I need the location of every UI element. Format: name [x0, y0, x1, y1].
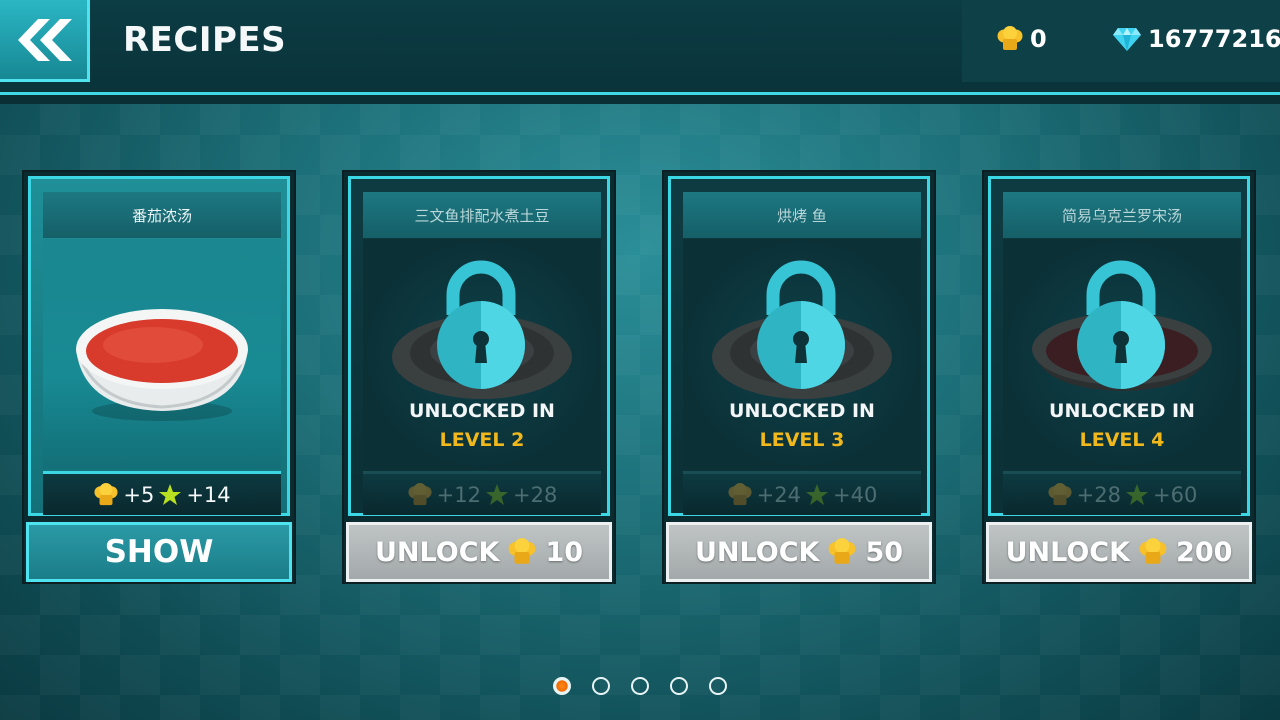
- chef-hat-icon: [829, 538, 856, 564]
- reward-row: +12 +28: [363, 471, 601, 515]
- chef-coin-counter: 0: [996, 25, 1047, 53]
- diamond-icon: [1113, 28, 1141, 51]
- unlock-button-label: UNLOCK: [1005, 536, 1131, 568]
- star-icon: [1126, 483, 1148, 505]
- unlock-label: UNLOCKED IN: [1049, 400, 1195, 422]
- show-button-label: SHOW: [104, 534, 214, 570]
- unlock-level: LEVEL 2: [439, 429, 525, 451]
- reward-coins: +12: [436, 482, 481, 507]
- padlock-icon: [437, 260, 525, 389]
- show-button[interactable]: SHOW: [26, 522, 292, 582]
- unlock-button[interactable]: UNLOCK 50: [666, 522, 932, 582]
- unlock-requirement: UNLOCKED IN LEVEL 4: [991, 397, 1253, 455]
- unlock-requirement: UNLOCKED IN LEVEL 3: [671, 397, 933, 455]
- recipe-name: 三文鱼排配水煮土豆: [363, 192, 601, 238]
- recipe-card[interactable]: 烘烤 鱼 UNLOCKED IN LEVEL 3 +24 +40 UNLOCK …: [662, 170, 936, 584]
- unlock-price: 10: [545, 536, 584, 568]
- reward-stars: +40: [833, 482, 878, 507]
- page-dot-4[interactable]: [670, 677, 688, 695]
- double-chevron-left-icon: [17, 18, 72, 61]
- recipe-card[interactable]: 番茄浓汤 +5 +14 SHOW: [22, 170, 296, 584]
- unlock-button-label: UNLOCK: [374, 536, 500, 568]
- page-title: RECIPES: [123, 20, 287, 60]
- chef-hat-icon: [509, 538, 536, 564]
- page-indicator: [553, 677, 727, 695]
- chef-hat-icon: [728, 482, 752, 505]
- unlock-price: 200: [1176, 536, 1233, 568]
- recipe-name: 烘烤 鱼: [683, 192, 921, 238]
- reward-stars: +28: [513, 482, 558, 507]
- back-button[interactable]: [0, 0, 90, 82]
- star-icon: [486, 483, 508, 505]
- recipe-image: [43, 239, 281, 469]
- recipe-card-frame: 简易乌克兰罗宋汤 UNLOCKED IN LEVEL 4 +28 +60: [988, 176, 1250, 516]
- chef-hat-icon: [997, 26, 1023, 50]
- gem-counter: 16777216: [1112, 25, 1280, 53]
- recipe-card-frame: 番茄浓汤 +5 +14: [28, 176, 290, 516]
- star-icon: [159, 483, 182, 505]
- chef-coin-value: 0: [1030, 25, 1047, 53]
- gem-value: 16777216: [1148, 25, 1280, 53]
- padlock-icon: [757, 260, 845, 389]
- unlock-button-label: UNLOCK: [694, 536, 820, 568]
- reward-stars: +14: [186, 482, 231, 507]
- reward-coins: +28: [1076, 482, 1121, 507]
- reward-coins: +5: [123, 482, 155, 507]
- reward-coins: +24: [756, 482, 801, 507]
- page-dot-3[interactable]: [631, 677, 649, 695]
- recipe-name: 简易乌克兰罗宋汤: [1003, 192, 1241, 238]
- top-bar: RECIPES 0 16777216: [0, 0, 1280, 104]
- recipe-card[interactable]: 简易乌克兰罗宋汤 UNLOCKED IN LEVEL 4 +28 +60 UNL…: [982, 170, 1256, 584]
- reward-row: +24 +40: [683, 471, 921, 515]
- chef-hat-icon: [408, 482, 432, 505]
- reward-row: +28 +60: [1003, 471, 1241, 515]
- star-icon: [806, 483, 828, 505]
- chef-hat-icon: [1139, 538, 1167, 564]
- unlock-label: UNLOCKED IN: [729, 400, 875, 422]
- unlock-button[interactable]: UNLOCK 200: [986, 522, 1252, 582]
- page-dot-1[interactable]: [553, 677, 571, 695]
- tomato-soup-bowl-icon: [76, 309, 248, 421]
- chef-hat-icon: [94, 482, 118, 505]
- page-dot-2[interactable]: [592, 677, 610, 695]
- reward-stars: +60: [1153, 482, 1198, 507]
- unlock-label: UNLOCKED IN: [409, 400, 555, 422]
- recipe-card-frame: 烘烤 鱼 UNLOCKED IN LEVEL 3 +24 +40: [668, 176, 930, 516]
- unlock-level: LEVEL 4: [1079, 429, 1165, 451]
- reward-row: +5 +14: [43, 471, 281, 515]
- recipe-card-frame: 三文鱼排配水煮土豆 UNLOCKED IN LEVEL 2 +12 +28: [348, 176, 610, 516]
- unlock-level: LEVEL 3: [759, 429, 845, 451]
- padlock-icon: [1077, 260, 1165, 389]
- unlock-price: 50: [865, 536, 904, 568]
- unlock-button[interactable]: UNLOCK 10: [346, 522, 612, 582]
- recipe-card[interactable]: 三文鱼排配水煮土豆 UNLOCKED IN LEVEL 2 +12 +28 UN…: [342, 170, 616, 584]
- recipe-name: 番茄浓汤: [43, 192, 281, 238]
- page-dot-5[interactable]: [709, 677, 727, 695]
- chef-hat-icon: [1048, 482, 1072, 505]
- unlock-requirement: UNLOCKED IN LEVEL 2: [351, 397, 613, 455]
